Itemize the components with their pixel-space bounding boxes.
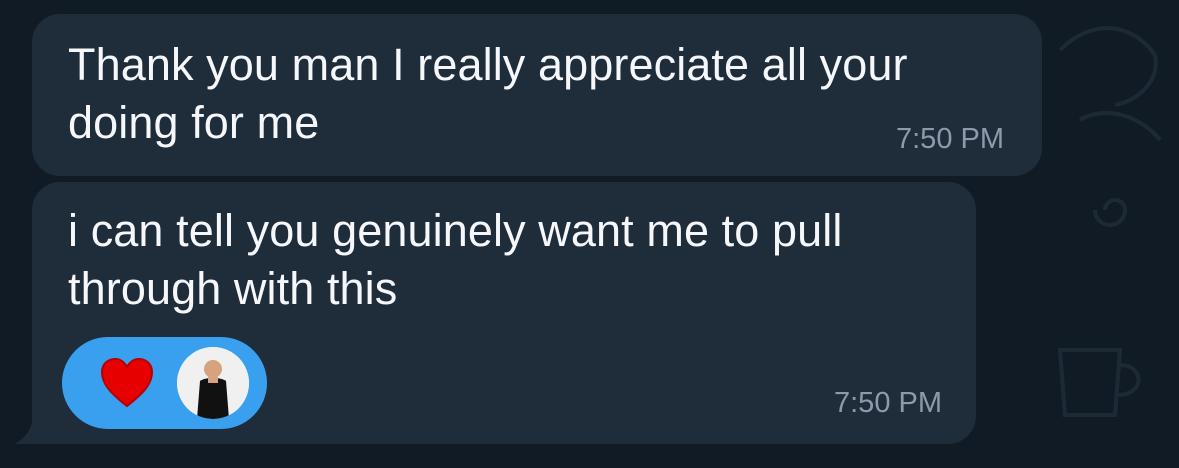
user-avatar[interactable] bbox=[177, 347, 249, 419]
message-text: Thank you man I really appreciate all yo… bbox=[68, 39, 908, 148]
heart-icon bbox=[100, 357, 154, 408]
message-bubble[interactable]: Thank you man I really appreciate all yo… bbox=[32, 14, 1042, 176]
wallpaper-swirl-icon bbox=[1093, 198, 1128, 227]
wallpaper-doodle-icon bbox=[1058, 26, 1162, 142]
message-bubble[interactable]: i can tell you genuinely want me to pull… bbox=[32, 182, 976, 444]
message-text: i can tell you genuinely want me to pull… bbox=[68, 205, 843, 314]
message-timestamp: 7:50 PM bbox=[834, 387, 942, 419]
message-timestamp: 7:50 PM bbox=[896, 123, 1004, 155]
wallpaper-cup-icon bbox=[1057, 348, 1141, 417]
reaction-pill[interactable] bbox=[62, 337, 267, 429]
person-avatar-icon bbox=[177, 347, 249, 419]
